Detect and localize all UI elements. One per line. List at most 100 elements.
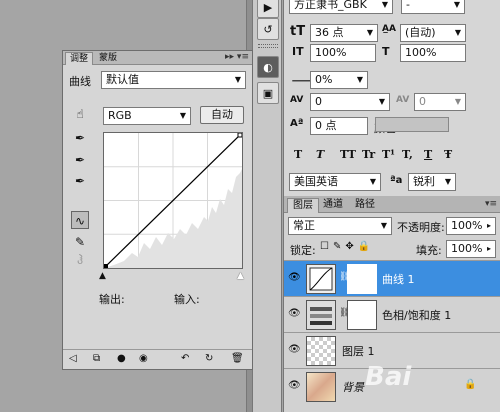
dock-grip[interactable]	[258, 44, 278, 48]
auto-button[interactable]: 自动	[200, 106, 244, 124]
lock-label: 锁定:	[290, 244, 316, 257]
clip-icon[interactable]: ⧉	[93, 353, 100, 364]
chevron-down-icon: ▼	[369, 177, 376, 186]
pencil-icon[interactable]: ✎	[71, 233, 89, 251]
anti-alias-select[interactable]: 锐利 ▼	[408, 173, 456, 191]
layer-name[interactable]: 色相/饱和度 1	[382, 307, 451, 323]
chevron-down-icon: ▼	[454, 28, 461, 37]
black-point-handle[interactable]	[104, 264, 108, 268]
panel-menu-icon[interactable]: ▾≡	[485, 199, 497, 209]
leading-icon: A̲A	[382, 24, 396, 34]
chevron-down-icon: ▼	[453, 0, 460, 9]
curve-svg	[103, 132, 243, 269]
white-point-handle[interactable]	[237, 132, 243, 138]
leading-field[interactable]: (自动) ▼	[400, 24, 466, 42]
preset-select[interactable]: 默认值 ▼	[101, 71, 246, 89]
fill-field[interactable]: 100% ▸	[446, 240, 496, 258]
tab-paths[interactable]: 路径	[350, 198, 380, 213]
language-select[interactable]: 美国英语 ▼	[289, 173, 381, 191]
baseline-shift-field[interactable]: 0 点	[310, 117, 368, 135]
history-icon[interactable]: ↺	[257, 18, 279, 40]
channel-select[interactable]: RGB ▼	[103, 107, 191, 125]
faux-italic-button[interactable]: T	[316, 148, 324, 161]
all-caps-button[interactable]: TT	[340, 148, 356, 161]
layer-row[interactable]: 👁 ⛓ 曲线 1	[284, 260, 500, 296]
chevron-down-icon: ▼	[454, 97, 461, 106]
fill-value: 100%	[451, 242, 483, 255]
subscript-button[interactable]: T,	[402, 148, 413, 161]
horizontal-scale-icon: T	[382, 45, 390, 58]
panel-menu-icon[interactable]: ▸▸ ▾≡	[225, 52, 249, 62]
strikethrough-button[interactable]: Ŧ	[444, 148, 452, 161]
tab-masks[interactable]: 蒙版	[95, 52, 121, 65]
eye-icon[interactable]: 👁	[288, 380, 301, 391]
adjustments-bottom-bar: ◁ ⧉ ● ◉ ↶ ↻ 🗑	[63, 349, 252, 369]
layer-name[interactable]: 图层 1	[342, 343, 375, 359]
underline-button[interactable]: T	[424, 148, 432, 161]
lock-icons[interactable]: ☐✎✥🔒	[320, 241, 374, 252]
masks-icon[interactable]: ▣	[257, 82, 279, 104]
gray-point-eyedropper-icon[interactable]: ✒	[71, 151, 89, 169]
tracking-icon: AV	[396, 95, 410, 105]
layer-mask-thumbnail[interactable]	[347, 300, 377, 330]
tsume-field[interactable]: 0% ▼	[310, 71, 368, 89]
input-label: 输入:	[174, 293, 200, 306]
layer-mask-thumbnail[interactable]	[347, 264, 377, 294]
on-image-adjust-icon[interactable]: ☝	[71, 105, 89, 123]
leading-value: (自动)	[405, 26, 436, 39]
vertical-scale-icon: IT	[292, 45, 304, 58]
black-point-eyedropper-icon[interactable]: ✒	[71, 129, 89, 147]
chevron-right-icon: ▸	[486, 244, 491, 253]
tab-adjustments[interactable]: 调整	[65, 52, 94, 65]
vertical-scale-field[interactable]: 100%	[310, 44, 376, 62]
reset-icon[interactable]: ↻	[205, 353, 213, 364]
previous-state-icon[interactable]: ↶	[181, 353, 189, 364]
tab-channels[interactable]: 通道	[318, 198, 348, 213]
tracking-field[interactable]: 0 ▼	[414, 93, 466, 111]
tab-layers[interactable]: 图层	[287, 198, 319, 213]
faux-bold-button[interactable]: T	[294, 148, 302, 161]
layer-name[interactable]: 曲线 1	[382, 271, 415, 287]
eye-icon[interactable]: 👁	[288, 272, 301, 283]
font-size-value: 36 点	[315, 26, 344, 39]
eye-icon[interactable]: ◉	[139, 353, 148, 364]
adjustments-icon[interactable]: ◐	[257, 56, 279, 78]
fill-label: 填充:	[416, 244, 442, 257]
superscript-button[interactable]: T¹	[382, 148, 395, 161]
eye-icon[interactable]: 👁	[288, 308, 301, 319]
blend-mode-select[interactable]: 常正 ▼	[288, 217, 392, 235]
baseline-shift-icon: Aª	[290, 118, 304, 129]
font-style-select[interactable]: - ▼	[401, 0, 465, 14]
horizontal-scale-field[interactable]: 100%	[400, 44, 466, 62]
panel-dock-column: ▶ ↺ ◐ ▣	[252, 0, 282, 412]
kerning-field[interactable]: 0 ▼	[310, 93, 390, 111]
white-point-eyedropper-icon[interactable]: ✒	[71, 172, 89, 190]
chevron-down-icon: ▼	[234, 75, 241, 84]
actions-icon[interactable]: ▶	[257, 0, 279, 18]
tsume-value: 0%	[315, 73, 333, 86]
layer-name[interactable]: 背景	[342, 379, 364, 395]
kerning-icon: AV	[290, 95, 304, 105]
white-slider-icon[interactable]: ▲	[237, 271, 244, 281]
curves-graph[interactable]	[103, 132, 243, 269]
smooth-icon[interactable]: ჰ	[71, 251, 89, 269]
font-size-field[interactable]: 36 点 ▼	[310, 24, 378, 42]
trash-icon[interactable]: 🗑	[231, 353, 244, 364]
opacity-field[interactable]: 100% ▸	[446, 217, 496, 235]
visibility-toggle-icon[interactable]: ●	[117, 353, 126, 364]
hue-saturation-adjustment-icon	[306, 300, 336, 330]
small-caps-button[interactable]: Tr	[362, 148, 375, 161]
text-color-swatch[interactable]	[375, 117, 449, 132]
font-family-select[interactable]: 方正隶书_GBK ▼	[289, 0, 393, 14]
adjustments-panel: 调整 蒙版 ▸▸ ▾≡ 曲线 默认值 ▼ ☝ RGB ▼ 自动 ✒ ✒ ✒ ∿ …	[62, 50, 253, 370]
chevron-down-icon: ▼	[380, 221, 387, 230]
tracking-value: 0	[419, 95, 426, 108]
layer-row[interactable]: 👁 ⛓ 色相/饱和度 1	[284, 296, 500, 332]
return-icon[interactable]: ◁	[69, 353, 77, 364]
chevron-down-icon: ▼	[444, 177, 451, 186]
curve-point-tool-icon[interactable]: ∿	[71, 211, 89, 229]
lock-icon: 🔒	[464, 379, 477, 390]
anti-alias-value: 锐利	[413, 175, 435, 188]
black-slider-icon[interactable]: ▲	[99, 271, 106, 281]
eye-icon[interactable]: 👁	[288, 344, 301, 355]
